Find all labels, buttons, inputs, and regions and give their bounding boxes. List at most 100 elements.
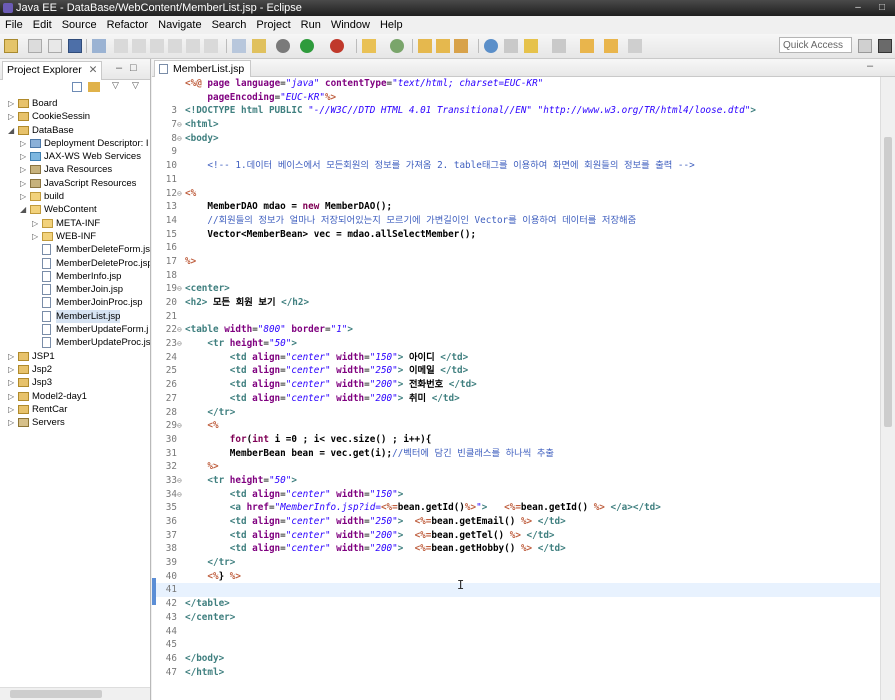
quick-access-input[interactable]: Quick Access <box>779 37 852 53</box>
menu-edit[interactable]: Edit <box>28 17 57 33</box>
next-annotation-icon[interactable] <box>552 39 566 53</box>
web-browser-icon[interactable] <box>484 39 498 53</box>
code-line[interactable]: 35 <a href="MemberInfo.jsp?id=<%=bean.ge… <box>152 501 880 515</box>
menu-file[interactable]: File <box>0 17 28 33</box>
collapsed-twisty-icon[interactable]: ▷ <box>8 390 16 403</box>
external-tools-icon[interactable] <box>330 39 344 53</box>
tree-item-javascript-resources[interactable]: ▷ JavaScript Resources <box>0 177 150 190</box>
disconnect-icon[interactable] <box>168 39 182 53</box>
code-line[interactable]: 46 </body> <box>152 652 880 666</box>
collapsed-twisty-icon[interactable]: ▷ <box>32 217 40 230</box>
back-icon[interactable] <box>580 39 594 53</box>
code-line[interactable]: 38 <td align="center" width="200"> <%=be… <box>152 542 880 556</box>
tab-project-explorer[interactable]: Project Explorer ✕ <box>2 61 103 80</box>
forward-icon[interactable] <box>604 39 618 53</box>
code-line[interactable]: 32 %> <box>152 460 880 474</box>
java-ee-perspective-icon[interactable] <box>878 39 892 53</box>
expanded-twisty-icon[interactable]: ◢ <box>20 203 28 216</box>
code-line[interactable]: 33 ⊖ <tr height="50"> <box>152 474 880 488</box>
tree-item-board[interactable]: ▷ Board <box>0 97 150 110</box>
tree-item-build[interactable]: ▷ build <box>0 190 150 203</box>
close-icon[interactable]: ✕ <box>89 64 98 76</box>
tree-item-deployment-descriptor-i[interactable]: ▷ Deployment Descriptor: I <box>0 137 150 150</box>
collapsed-twisty-icon[interactable]: ▷ <box>20 150 28 163</box>
code-line[interactable]: 8 ⊖ <body> <box>152 132 880 146</box>
code-line[interactable]: 23 ⊖ <tr height="50"> <box>152 337 880 351</box>
tree-item-memberlist-jsp[interactable]: MemberList.jsp <box>0 309 150 324</box>
code-line[interactable]: 47 </html> <box>152 666 880 680</box>
search-icon[interactable] <box>454 39 468 53</box>
collapsed-twisty-icon[interactable]: ▷ <box>8 350 16 363</box>
code-line[interactable]: 11 <box>152 173 880 187</box>
fold-toggle-icon[interactable]: ⊖ <box>177 282 183 296</box>
open-perspective-icon[interactable] <box>858 39 872 53</box>
debug-skip-icon[interactable] <box>92 39 106 53</box>
code-line[interactable]: 37 <td align="center" width="200"> <%=be… <box>152 529 880 543</box>
view-menu-chevron-icon[interactable]: ▽ <box>132 80 139 91</box>
save-icon[interactable] <box>28 39 42 53</box>
code-line[interactable]: 25 <td align="center" width="250"> 이메일 <… <box>152 364 880 378</box>
tree-item-jsp2[interactable]: ▷ Jsp2 <box>0 363 150 376</box>
collapsed-twisty-icon[interactable]: ▷ <box>20 163 28 176</box>
menu-navigate[interactable]: Navigate <box>153 17 206 33</box>
code-line[interactable]: 29 ⊖ <% <box>152 419 880 433</box>
tree-item-rentcar[interactable]: ▷ RentCar <box>0 403 150 416</box>
collapsed-twisty-icon[interactable]: ▷ <box>8 110 16 123</box>
code-line[interactable]: 20 <h2> 모든 회원 보기 </h2> <box>152 296 880 310</box>
code-line[interactable]: 19 ⊖ <center> <box>152 282 880 296</box>
collapse-all-icon[interactable] <box>72 82 82 92</box>
tree-item-memberinfo-jsp[interactable]: MemberInfo.jsp <box>0 270 150 283</box>
maximize-button[interactable]: □ <box>870 1 894 14</box>
code-line[interactable]: 18 <box>152 269 880 283</box>
maximize-view-icon[interactable]: □ <box>130 62 137 74</box>
code-line[interactable]: 13 MemberDAO mdao = new MemberDAO(); <box>152 200 880 214</box>
new-java-project-icon[interactable] <box>362 39 376 53</box>
suspend-icon[interactable] <box>132 39 146 53</box>
collapsed-twisty-icon[interactable]: ▷ <box>32 230 40 243</box>
explorer-horizontal-scrollbar[interactable] <box>0 687 150 700</box>
toggle-mark-icon[interactable] <box>504 39 518 53</box>
code-line[interactable]: 15 Vector<MemberBean> vec = mdao.allSele… <box>152 228 880 242</box>
menu-search[interactable]: Search <box>207 17 252 33</box>
code-line[interactable]: 22 ⊖ <table width="800" border="1"> <box>152 323 880 337</box>
collapsed-twisty-icon[interactable]: ▷ <box>8 363 16 376</box>
code-line[interactable]: 34 ⊖ <td align="center" width="150"> <box>152 488 880 502</box>
menu-refactor[interactable]: Refactor <box>102 17 154 33</box>
collapsed-twisty-icon[interactable]: ▷ <box>20 190 28 203</box>
editor-vertical-scrollbar[interactable] <box>880 77 895 700</box>
print-icon[interactable] <box>68 39 82 53</box>
gear-icon[interactable] <box>276 39 290 53</box>
last-edit-icon[interactable] <box>628 39 642 53</box>
code-line[interactable]: 16 <box>152 241 880 255</box>
highlight-icon[interactable] <box>524 39 538 53</box>
fold-toggle-icon[interactable]: ⊖ <box>177 187 183 201</box>
expanded-twisty-icon[interactable]: ◢ <box>8 124 16 137</box>
tree-item-meta-inf[interactable]: ▷ META-INF <box>0 217 150 230</box>
open-task-icon[interactable] <box>436 39 450 53</box>
tree-item-memberjoin-jsp[interactable]: MemberJoin.jsp <box>0 283 150 296</box>
collapsed-twisty-icon[interactable]: ▷ <box>8 376 16 389</box>
collapsed-twisty-icon[interactable]: ▷ <box>8 97 16 110</box>
terminate-icon[interactable] <box>150 39 164 53</box>
fold-toggle-icon[interactable]: ⊖ <box>177 337 183 351</box>
run-icon[interactable] <box>300 39 314 53</box>
server-icon[interactable] <box>232 39 246 53</box>
code-line[interactable]: 42 </table> <box>152 597 880 611</box>
menu-source[interactable]: Source <box>57 17 102 33</box>
code-line[interactable]: 24 <td align="center" width="150"> 아이디 <… <box>152 351 880 365</box>
tree-item-memberjoinproc-jsp[interactable]: MemberJoinProc.jsp <box>0 296 150 309</box>
tree-item-webcontent[interactable]: ◢ WebContent <box>0 203 150 216</box>
menu-window[interactable]: Window <box>326 17 375 33</box>
code-line[interactable]: 14 //회원들의 정보가 얼마나 저장되어있는지 모르기에 가변길이인 Vec… <box>152 214 880 228</box>
step-into-icon[interactable] <box>186 39 200 53</box>
collapsed-twisty-icon[interactable]: ▷ <box>8 416 16 429</box>
code-line[interactable]: 41 <box>152 583 880 598</box>
scrollbar-thumb[interactable] <box>884 137 892 427</box>
tree-item-jsp3[interactable]: ▷ Jsp3 <box>0 376 150 389</box>
code-line[interactable]: 44 <box>152 625 880 639</box>
code-line[interactable]: 40 <%} %> <box>152 570 880 584</box>
fold-toggle-icon[interactable]: ⊖ <box>177 118 183 132</box>
view-menu-icon[interactable]: ▽ <box>112 80 119 91</box>
code-line[interactable]: 17 %> <box>152 255 880 269</box>
fold-toggle-icon[interactable]: ⊖ <box>177 488 183 502</box>
